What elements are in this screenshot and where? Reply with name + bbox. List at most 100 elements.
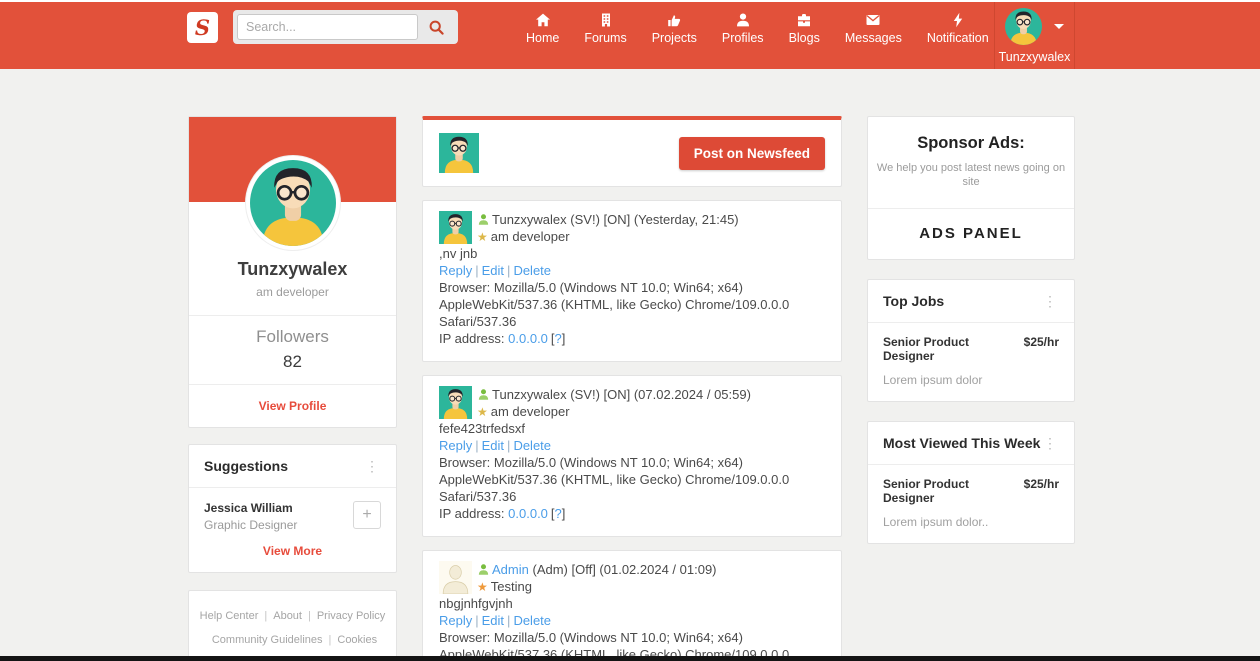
privacy-policy-link[interactable]: Privacy Policy [317,610,385,622]
suggestions-title: Suggestions [204,458,289,474]
sponsor-ads-text: We help you post latest news going on si… [876,162,1066,188]
post-header-meta: (Adm) [Off] (01.02.2024 / 01:09) [532,562,717,577]
nav-item-home[interactable]: Home [524,12,561,69]
profile-subtitle: am developer [256,285,329,299]
post-tagline: am developer [490,404,570,419]
browser-value: Mozilla/5.0 (Windows NT 10.0; Win64; x64… [439,455,790,504]
ip-help-link[interactable]: ? [555,331,562,346]
star-icon: ★ [477,404,488,419]
view-profile-link[interactable]: View Profile [189,385,396,427]
search-button[interactable] [418,14,454,40]
nav-item-label: Notification [926,31,989,45]
post-ip-info: IP address: 0.0.0.0 [?] [439,505,825,522]
action-separator: | [475,438,479,453]
ads-panel-label[interactable]: ADS PANEL [868,209,1074,259]
action-separator: | [475,613,479,628]
profile-avatar[interactable] [245,156,340,250]
sponsor-ads-title: Sponsor Ads: [917,134,1025,152]
top-jobs-title: Top Jobs [883,293,945,309]
search-bar [233,10,458,44]
composer-avatar[interactable] [439,133,479,173]
projects-icon [668,15,681,27]
navbar: S Home Forums [0,2,1260,69]
nav-item-notification[interactable]: Notification [925,12,991,69]
right-sidebar: Sponsor Ads: We help you post latest new… [867,116,1075,544]
star-icon: ★ [477,229,488,244]
post-composer-card: Post on Newsfeed [422,116,842,187]
add-friend-button[interactable]: + [353,501,381,529]
action-separator: | [507,613,511,628]
ip-label: IP address: [439,506,505,521]
ip-help-link[interactable]: ? [555,506,562,521]
nav-item-label: Home [526,31,560,45]
about-link[interactable]: About [273,610,302,622]
followers-count: 82 [283,352,302,371]
navbar-user-name: Tunzxywalex [998,50,1071,64]
followers-label: Followers [256,327,329,346]
navbar-user-menu[interactable]: Tunzxywalex [994,2,1075,69]
ip-address-link[interactable]: 0.0.0.0 [508,506,548,521]
menu-dots-icon[interactable]: ⋮ [1041,436,1059,450]
post-author-name[interactable]: Tunzxywalex [492,211,567,228]
job-title[interactable]: Senior Product Designer [883,335,1024,363]
star-icon: ★ [477,579,488,594]
ip-label: IP address: [439,331,505,346]
suggestion-role: Graphic Designer [204,518,298,532]
menu-dots-icon[interactable]: ⋮ [363,459,381,473]
delete-link[interactable]: Delete [513,438,551,453]
post-author-avatar[interactable] [439,561,472,594]
delete-link[interactable]: Delete [513,613,551,628]
post-author-avatar[interactable] [439,386,472,419]
nav-item-blogs[interactable]: Blogs [787,12,822,69]
navbar-inner: S Home Forums [187,2,1075,69]
post-author-avatar[interactable] [439,211,472,244]
delete-link[interactable]: Delete [513,263,551,278]
nav-item-profiles[interactable]: Profiles [720,12,766,69]
nav-item-messages[interactable]: Messages [843,12,904,69]
footer-links-card: Help Center | About | Privacy Policy Communi… [188,590,397,661]
search-input[interactable] [237,14,418,40]
suggestion-row: Jessica William Graphic Designer + [189,488,396,532]
reply-link[interactable]: Reply [439,613,472,628]
left-sidebar: Tunzxywalex am developer Followers 82 Vi… [188,116,397,661]
bracket: ] [561,506,566,521]
navbar-user-avatar[interactable] [1005,8,1042,45]
site-logo[interactable]: S [187,12,218,43]
post-author-name[interactable]: Tunzxywalex [492,386,567,403]
avatar-illustration [250,160,336,246]
edit-link[interactable]: Edit [482,263,504,278]
footer-separator: | [264,610,268,622]
messages-icon [866,15,880,25]
post-author-name[interactable]: Admin [492,561,529,578]
community-guidelines-link[interactable]: Community Guidelines [212,634,323,646]
edit-link[interactable]: Edit [482,438,504,453]
suggestion-name[interactable]: Jessica William [204,501,353,515]
job-title[interactable]: Senior Product Designer [883,477,1024,505]
reply-link[interactable]: Reply [439,438,472,453]
job-description: Lorem ipsum dolor [883,373,983,387]
avatar-illustration [439,211,472,244]
ip-address-link[interactable]: 0.0.0.0 [508,331,548,346]
search-icon [429,20,444,35]
avatar-illustration [439,386,472,419]
chevron-down-icon[interactable] [1054,24,1064,29]
nav-item-forums[interactable]: Forums [582,12,628,69]
post-header-meta: (SV!) [ON] (Yesterday, 21:45) [570,212,739,227]
suggestions-card: Suggestions ⋮ Jessica William Graphic De… [188,444,397,573]
edit-link[interactable]: Edit [482,613,504,628]
profile-card: Tunzxywalex am developer Followers 82 Vi… [188,116,397,428]
nav-item-projects[interactable]: Projects [650,12,699,69]
browser-value: Mozilla/5.0 (Windows NT 10.0; Win64; x64… [439,280,790,329]
nav-item-label: Profiles [721,31,764,45]
job-rate: $25/hr [1023,477,1059,491]
help-center-link[interactable]: Help Center [200,610,259,622]
notification-bolt-icon [953,12,962,28]
profile-name: Tunzxywalex [237,259,348,279]
reply-link[interactable]: Reply [439,263,472,278]
post-card: Tunzxywalex (SV!) [ON] (Yesterday, 21:45… [422,200,842,362]
menu-dots-icon[interactable]: ⋮ [1041,294,1059,308]
followers-section: Followers 82 [189,316,396,384]
online-user-icon [477,213,490,226]
post-on-newsfeed-button[interactable]: Post on Newsfeed [678,136,825,170]
view-more-link[interactable]: View More [189,532,396,572]
